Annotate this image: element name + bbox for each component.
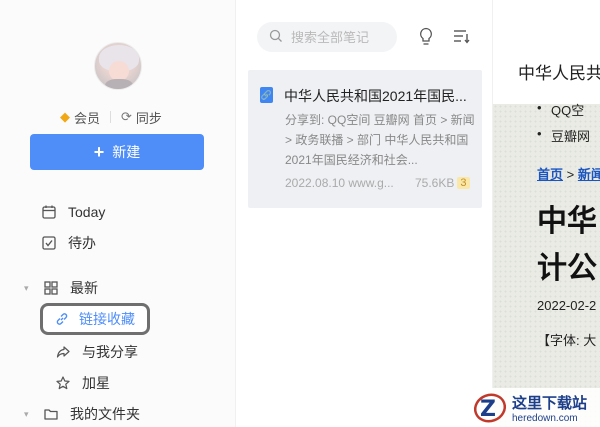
sync-icon: ⟳ <box>121 109 132 124</box>
link-note-icon: 🔗 <box>260 87 273 103</box>
account-status-row: ◆ 会员 ⟳ 同步 <box>60 108 162 126</box>
caret-down-icon[interactable]: ▾ <box>24 409 34 420</box>
sidebar: ◆ 会员 ⟳ 同步 + 新建 Today 待办 ▾ 最新 链接收藏 与我分享 加… <box>0 0 235 427</box>
sidebar-item-today[interactable]: Today <box>0 200 235 224</box>
svg-text:Z: Z <box>480 397 496 422</box>
sidebar-item-label: 我的文件夹 <box>70 406 140 422</box>
watermark-title: 这里下载站 <box>512 394 588 412</box>
note-count-badge: 3 <box>457 177 470 189</box>
sidebar-item-link-collection[interactable]: 链接收藏 <box>40 303 150 335</box>
note-snippet: 分享到: QQ空间 豆瓣网 首页 > 新闻 > 政务联播 > 部门 中华人民共和… <box>285 113 475 167</box>
member-label[interactable]: 会员 <box>74 108 100 127</box>
new-button-label: 新建 <box>112 144 141 160</box>
sidebar-item-todo[interactable]: 待办 <box>0 231 235 255</box>
watermark-url: heredown.com <box>512 412 578 424</box>
note-preview-pane: 中华人民共 QQ空 豆瓣网 首页 > 新闻 中华 计公 2022-02-2 【字… <box>493 0 600 427</box>
sort-icon[interactable] <box>451 26 473 48</box>
lightbulb-icon[interactable] <box>416 26 436 48</box>
divider <box>110 111 112 123</box>
sync-label[interactable]: 同步 <box>136 108 162 127</box>
breadcrumb-home-link[interactable]: 首页 <box>537 167 563 182</box>
sidebar-item-label: Today <box>68 204 106 220</box>
note-title: 中华人民共和国2021年国民... <box>284 88 467 104</box>
sidebar-item-label: 待办 <box>68 235 96 251</box>
plus-icon: + <box>93 142 105 162</box>
sidebar-item-latest[interactable]: ▾ 最新 <box>0 276 235 300</box>
folder-icon <box>42 405 60 423</box>
diamond-icon: ◆ <box>60 109 70 124</box>
sidebar-item-label: 最新 <box>70 280 98 296</box>
caret-down-icon[interactable]: ▾ <box>24 283 34 294</box>
preview-heading-line: 计公 <box>537 252 597 285</box>
search-icon <box>269 29 283 46</box>
sidebar-item-label: 链接收藏 <box>79 311 135 327</box>
grid-icon <box>42 279 60 297</box>
preview-font-size-line: 【字体: 大 <box>537 333 597 348</box>
note-date-source: 2022.08.10 www.g... <box>285 176 394 190</box>
preview-title: 中华人民共 <box>518 64 600 83</box>
calendar-icon <box>40 203 58 221</box>
link-icon <box>53 310 71 328</box>
watermark-logo-icon: Z <box>473 393 507 422</box>
star-icon <box>54 374 72 392</box>
preview-bullet: QQ空 <box>537 100 584 119</box>
note-size: 75.6KB <box>415 176 455 190</box>
checkbox-icon <box>40 234 58 252</box>
sidebar-item-label: 加星 <box>82 375 110 391</box>
note-meta: 2022.08.10 www.g... 75.6KB 3 <box>285 176 485 190</box>
preview-breadcrumb: 首页 > 新闻 <box>537 164 600 183</box>
note-list-item[interactable]: 🔗 中华人民共和国2021年国民... 分享到: QQ空间 豆瓣网 首页 > 新… <box>248 70 482 208</box>
search-input[interactable] <box>291 29 391 45</box>
breadcrumb-news-link[interactable]: 新闻 <box>578 167 600 182</box>
preview-heading-line: 中华 <box>537 205 597 238</box>
search-box[interactable] <box>257 22 397 52</box>
sidebar-item-shared-with-me[interactable]: 与我分享 <box>0 340 235 364</box>
preview-date: 2022-02-2 <box>537 298 597 313</box>
note-list-pane: 🔗 中华人民共和国2021年国民... 分享到: QQ空间 豆瓣网 首页 > 新… <box>235 0 493 427</box>
site-watermark: Z 这里下载站 heredown.com <box>466 388 600 427</box>
preview-bullet: 豆瓣网 <box>537 126 590 145</box>
sidebar-item-label: 与我分享 <box>82 344 138 360</box>
sidebar-item-starred[interactable]: 加星 <box>0 371 235 395</box>
avatar[interactable] <box>94 42 142 90</box>
sidebar-item-my-folders[interactable]: ▾ 我的文件夹 <box>0 402 235 426</box>
breadcrumb-separator: > <box>563 167 578 182</box>
new-note-button[interactable]: + 新建 <box>30 134 204 170</box>
share-icon <box>54 343 72 361</box>
